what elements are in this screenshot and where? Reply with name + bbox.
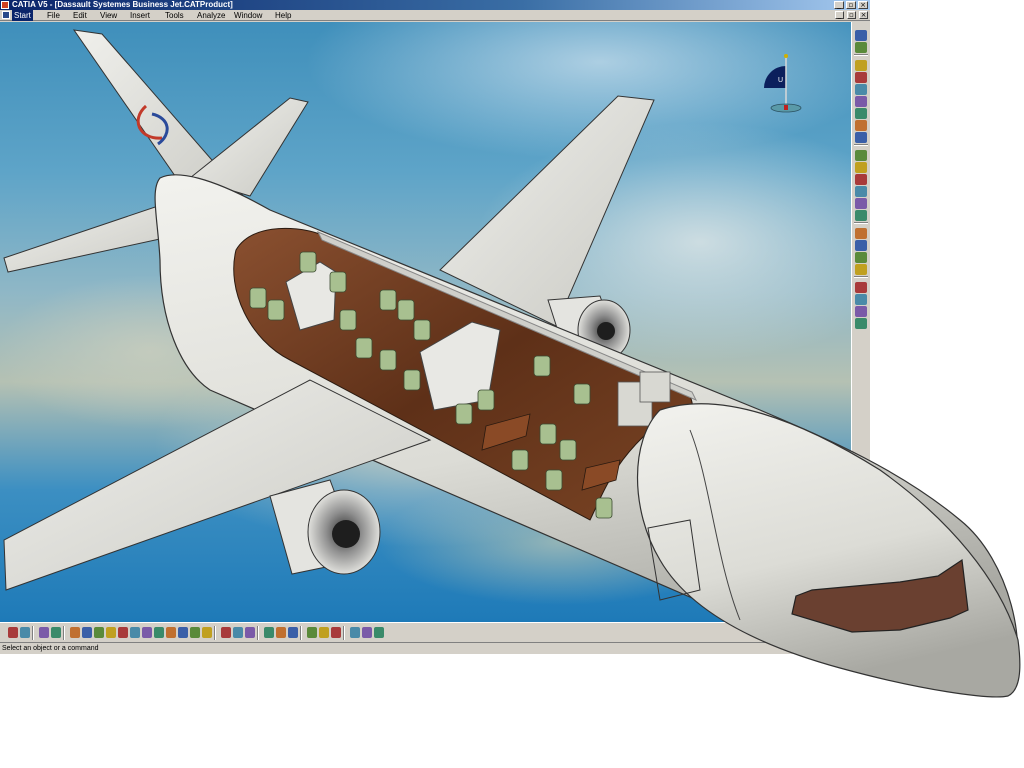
menu-view[interactable]: View: [98, 10, 119, 21]
select-icon[interactable]: [8, 627, 18, 638]
bottom-toolbar: [0, 622, 870, 642]
render-icon[interactable]: [288, 627, 298, 638]
camera-icon[interactable]: [855, 252, 867, 263]
close-button[interactable]: ×: [858, 1, 868, 9]
animate-icon[interactable]: [374, 627, 384, 638]
menu-analyze[interactable]: Analyze: [195, 10, 227, 21]
catia-app-icon[interactable]: [1, 1, 9, 9]
toolbar-separator: [257, 626, 259, 640]
paste-icon[interactable]: [221, 627, 231, 638]
rotate-icon[interactable]: [94, 627, 104, 638]
toolbar-separator: [63, 626, 65, 640]
minimize-button[interactable]: _: [834, 1, 844, 9]
section-icon[interactable]: [855, 240, 867, 251]
menu-edit[interactable]: Edit: [71, 10, 89, 21]
normal-view-icon[interactable]: [130, 627, 140, 638]
sketcher-icon[interactable]: [855, 30, 867, 41]
shading-icon[interactable]: [166, 627, 176, 638]
magnifier-icon[interactable]: [276, 627, 286, 638]
snap-icon[interactable]: [855, 60, 867, 71]
iso-view-icon[interactable]: [154, 627, 164, 638]
window-title: CATIA V5 - [Dassault Systemes Business J…: [12, 0, 233, 9]
pan-icon[interactable]: [82, 627, 92, 638]
fly-mode-icon[interactable]: [264, 627, 274, 638]
title-bar[interactable]: CATIA V5 - [Dassault Systemes Business J…: [0, 0, 870, 10]
capture-icon[interactable]: [855, 264, 867, 275]
tree-icon[interactable]: [855, 174, 867, 185]
clash-icon[interactable]: [855, 228, 867, 239]
3d-viewport[interactable]: U: [0, 22, 851, 622]
light-icon[interactable]: [855, 198, 867, 209]
cube-icon[interactable]: [855, 72, 867, 83]
globe-icon[interactable]: [855, 108, 867, 119]
menu-help[interactable]: Help: [273, 10, 293, 21]
toolbar-separator: [854, 54, 868, 56]
hide-show-icon[interactable]: [178, 627, 188, 638]
measure-icon[interactable]: [362, 627, 372, 638]
copy-icon[interactable]: [319, 627, 329, 638]
cut-icon[interactable]: [202, 627, 212, 638]
multi-view-icon[interactable]: [142, 627, 152, 638]
compass-icon[interactable]: U: [758, 52, 804, 114]
toolbar-separator: [214, 626, 216, 640]
compass-label: U: [778, 77, 783, 84]
fly-icon[interactable]: [855, 162, 867, 173]
fit-all-icon[interactable]: [70, 627, 80, 638]
catalog-icon[interactable]: [855, 318, 867, 329]
tree-icon[interactable]: [51, 627, 61, 638]
toolbar-separator: [343, 626, 345, 640]
walk-icon[interactable]: [855, 150, 867, 161]
menu-bar: Start File Edit View Insert Tools Analyz…: [0, 10, 870, 21]
toolbar-separator: [300, 626, 302, 640]
document-minimize-button[interactable]: _: [835, 11, 844, 19]
menu-file[interactable]: File: [45, 10, 62, 21]
tools-icon[interactable]: [855, 42, 867, 53]
document-close-button[interactable]: ×: [859, 11, 868, 19]
catia-window: CATIA V5 - [Dassault Systemes Business J…: [0, 0, 870, 654]
analysis-icon[interactable]: [855, 306, 867, 317]
right-toolbar: [851, 22, 870, 622]
status-text: Select an object or a command: [2, 645, 99, 652]
target-icon[interactable]: [855, 132, 867, 143]
scene-icon[interactable]: [855, 282, 867, 293]
menu-tools[interactable]: Tools: [163, 10, 186, 21]
menu-start[interactable]: Start: [12, 10, 33, 21]
zoom-out-icon[interactable]: [118, 627, 128, 638]
snapshot-icon[interactable]: [350, 627, 360, 638]
swap-icon[interactable]: [190, 627, 200, 638]
menu-window[interactable]: Window: [232, 10, 264, 21]
measure-icon[interactable]: [855, 210, 867, 221]
compass-icon[interactable]: [245, 627, 255, 638]
restore-button[interactable]: ▫: [846, 1, 856, 9]
document-icon[interactable]: [2, 11, 10, 19]
shading-icon[interactable]: [855, 186, 867, 197]
status-bar: Select an object or a command: [0, 642, 870, 654]
sphere-icon[interactable]: [855, 84, 867, 95]
document-restore-button[interactable]: ▫: [847, 11, 856, 19]
lasso-icon[interactable]: [20, 627, 30, 638]
zoom-in-icon[interactable]: [106, 627, 116, 638]
table-icon[interactable]: [39, 627, 49, 638]
menu-insert[interactable]: Insert: [128, 10, 152, 21]
toolbar-separator: [854, 144, 868, 146]
toolbar-separator: [854, 276, 868, 278]
animation-icon[interactable]: [855, 294, 867, 305]
toolbar-separator: [854, 222, 868, 224]
wire-icon[interactable]: [331, 627, 341, 638]
update-icon[interactable]: [233, 627, 243, 638]
material-icon[interactable]: [855, 120, 867, 131]
light-icon[interactable]: [307, 627, 317, 638]
render-icon[interactable]: [855, 96, 867, 107]
toolbar-separator: [32, 626, 34, 640]
